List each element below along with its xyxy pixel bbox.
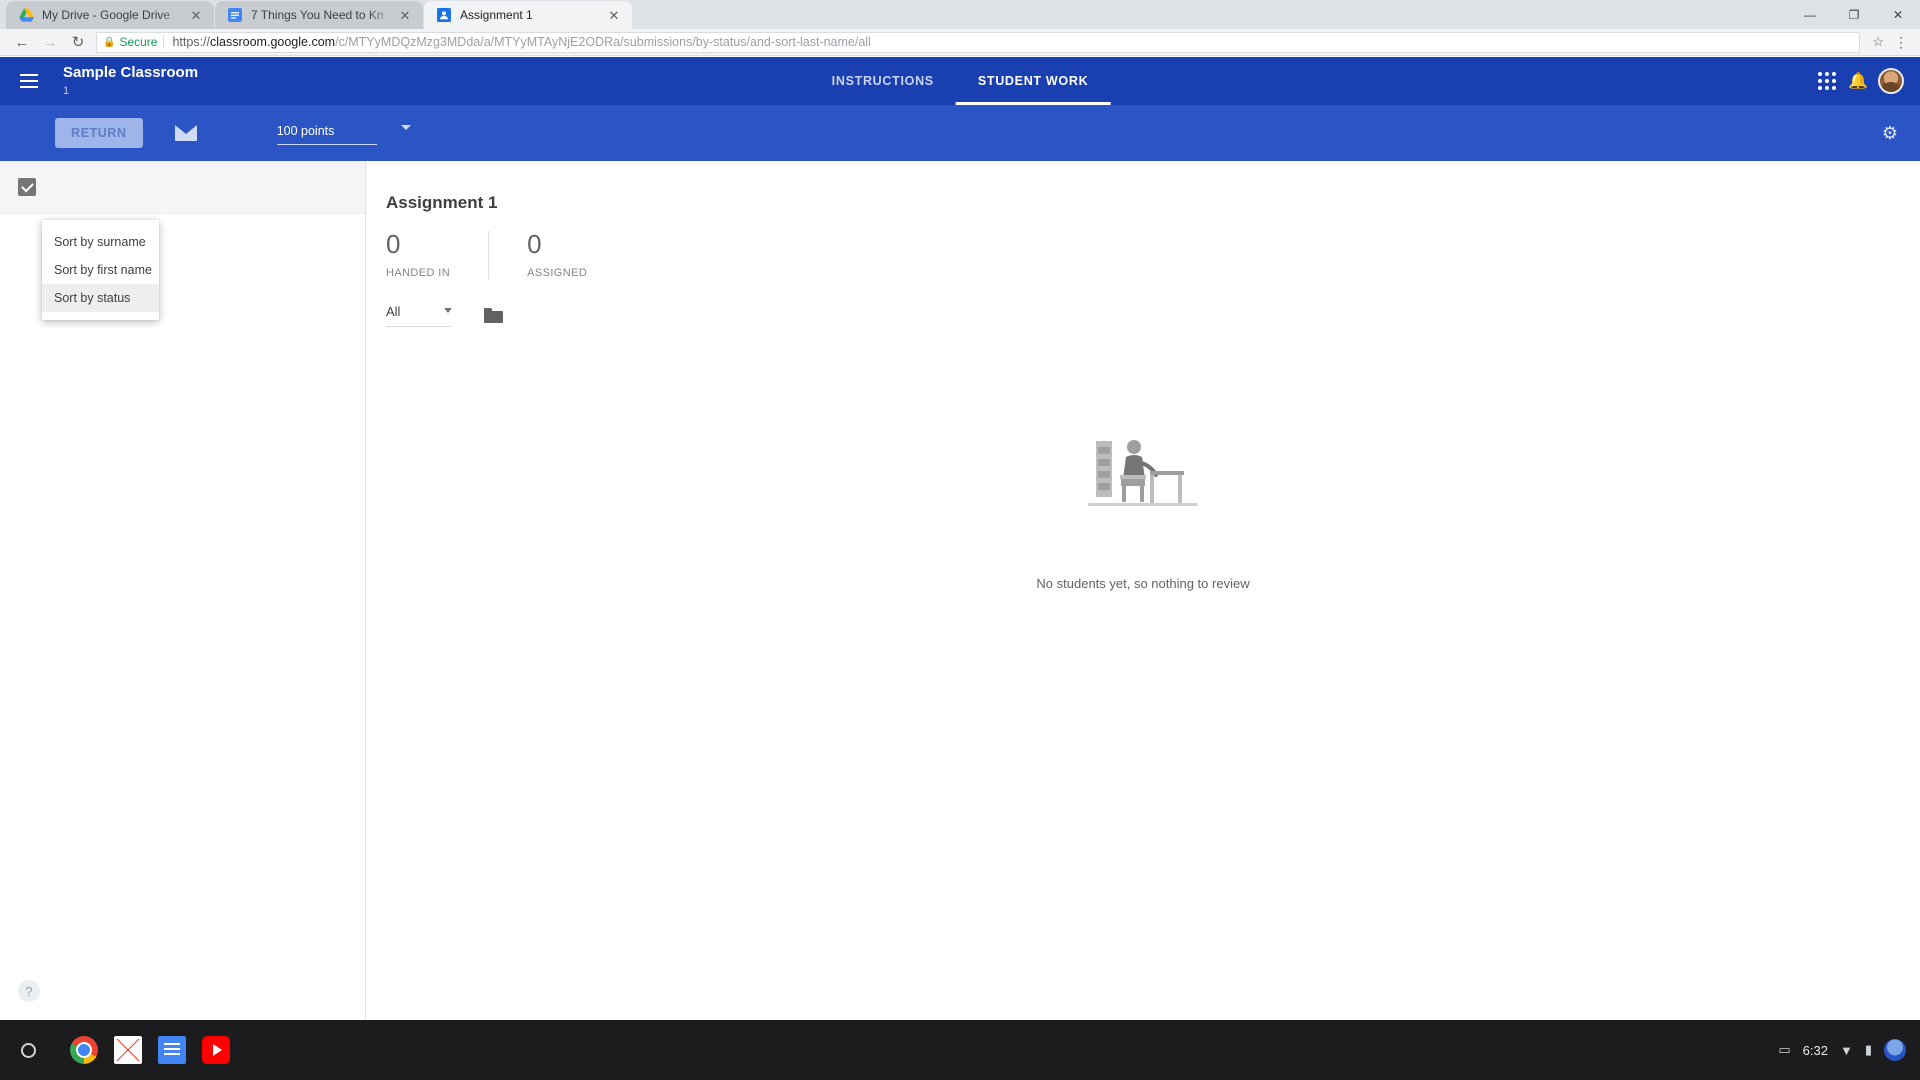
stat-label: ASSIGNED [527,267,588,279]
address-bar[interactable]: 🔒 Secure https://classroom.google.com/c/… [96,31,1861,53]
chrome-menu-icon[interactable]: ⋮ [1890,34,1912,51]
status-filter-select[interactable]: All [386,303,452,327]
stat-value: 0 [527,229,542,259]
tab-student-work[interactable]: STUDENT WORK [955,57,1111,105]
docs-icon[interactable] [158,1036,186,1064]
class-section: 1 [63,84,70,97]
docs-icon [227,7,243,23]
launcher-circle-icon[interactable] [10,1032,46,1068]
system-shelf: ▭ 6:32 ▼ ▮ [0,1020,1920,1080]
filter-row: All [386,303,1920,327]
browser-tab-active[interactable]: Assignment 1 ✕ [424,1,632,29]
help-button[interactable]: ? [18,980,40,1002]
window-controls: — ❐ ✕ [1788,0,1920,29]
url-text: https://classroom.google.com/c/MTYyMDQzM… [172,35,870,49]
points-select[interactable]: 100 points [276,122,411,145]
url-path: /c/MTYyMDQzMzg3MDda/a/MTYyMTAyNjE2ODRa/s… [335,35,871,49]
avatar[interactable] [1884,1039,1906,1061]
gmail-icon[interactable] [114,1036,142,1064]
assignment-detail-panel: Assignment 1 0 HANDED IN 0 ASSIGNED All [366,161,1920,1020]
tab-strip: My Drive - Google Drive ✕ 7 Things You N… [0,0,1920,29]
browser-toolbar: ← → ↻ 🔒 Secure https://classroom.google.… [0,29,1920,56]
omnibox-divider [163,35,165,49]
url-host: classroom.google.com [210,35,336,49]
stat-label: HANDED IN [386,267,451,279]
browser-tab[interactable]: My Drive - Google Drive ✕ [6,1,214,29]
return-button[interactable]: RETURN [55,118,143,148]
minimize-button[interactable]: — [1788,0,1832,29]
battery-icon: ▮ [1864,1042,1872,1057]
shelf-app-list [70,1036,230,1064]
stat-assigned: 0 ASSIGNED [488,231,625,279]
classroom-app: Sample Classroom 1 INSTRUCTIONS STUDENT … [0,57,1920,1020]
submission-stats: 0 HANDED IN 0 ASSIGNED [386,231,1920,279]
close-icon[interactable]: ✕ [606,7,622,23]
close-icon[interactable]: ✕ [188,7,204,23]
chevron-down-icon [444,308,452,313]
browser-window: My Drive - Google Drive ✕ 7 Things You N… [0,0,1920,1080]
classroom-header: Sample Classroom 1 INSTRUCTIONS STUDENT … [0,57,1920,105]
reload-icon[interactable]: ↻ [64,30,92,54]
student-list-panel: Sort by surname Sort by first name Sort … [0,161,366,1020]
hamburger-icon[interactable] [17,69,41,93]
lock-icon: 🔒 [103,36,116,48]
browser-tab[interactable]: 7 Things You Need to Kn ✕ [215,1,423,29]
menu-item-sort-by-status[interactable]: Sort by status [42,284,159,312]
stat-value: 0 [386,229,401,259]
menu-item-sort-by-surname[interactable]: Sort by surname [42,228,159,256]
bell-icon[interactable]: 🔔 [1846,69,1870,93]
gear-icon[interactable]: ⚙ [1878,121,1902,145]
classroom-action-toolbar: RETURN 100 points ⚙ [0,105,1920,161]
tab-title: Assignment 1 [460,8,533,22]
sort-dropdown-menu: Sort by surname Sort by first name Sort … [42,220,159,320]
person-at-desk-illustration [1088,431,1198,526]
forward-icon[interactable]: → [36,30,64,54]
student-list-header [0,161,365,214]
url-scheme: https:// [172,35,211,49]
wifi-icon: ▼ [1839,1042,1853,1058]
class-title-block[interactable]: Sample Classroom 1 [63,65,198,97]
classroom-body: Sort by surname Sort by first name Sort … [0,161,1920,1020]
avatar[interactable] [1878,68,1904,94]
close-window-button[interactable]: ✕ [1876,0,1920,29]
select-all-checkbox[interactable] [18,178,36,196]
maximize-button[interactable]: ❐ [1832,0,1876,29]
mail-icon[interactable] [174,125,197,141]
screen-icon: ▭ [1778,1042,1791,1057]
security-label: Secure [119,35,158,49]
chrome-icon[interactable] [70,1036,98,1064]
empty-state: No students yet, so nothing to review [366,431,1920,591]
page-title: Sample Classroom [63,64,199,82]
tab-title: 7 Things You Need to Kn [251,8,384,22]
close-icon[interactable]: ✕ [397,7,413,23]
bookmark-star-icon[interactable]: ☆ [1866,34,1890,50]
apps-grid-icon[interactable] [1816,70,1838,92]
empty-state-message: No students yet, so nothing to review [1036,576,1250,591]
points-value: 100 points [276,123,335,138]
tab-title: My Drive - Google Drive [42,8,171,22]
tab-instructions[interactable]: INSTRUCTIONS [810,57,956,105]
youtube-icon[interactable] [202,1036,230,1064]
classroom-tabs: INSTRUCTIONS STUDENT WORK [810,57,1111,105]
system-tray[interactable]: ▭ 6:32 ▼ ▮ [1778,1039,1920,1061]
menu-item-sort-by-first-name[interactable]: Sort by first name [42,256,159,284]
back-icon[interactable]: ← [8,30,36,54]
drive-icon [18,7,34,23]
assignment-title: Assignment 1 [386,193,498,212]
header-actions: 🔔 [1816,68,1920,94]
folder-icon[interactable] [484,307,503,323]
classroom-icon [436,7,452,23]
clock: 6:32 [1802,1042,1828,1058]
chevron-down-icon [400,124,411,130]
stat-handed-in: 0 HANDED IN [386,231,488,279]
status-filter-value: All [386,304,401,319]
